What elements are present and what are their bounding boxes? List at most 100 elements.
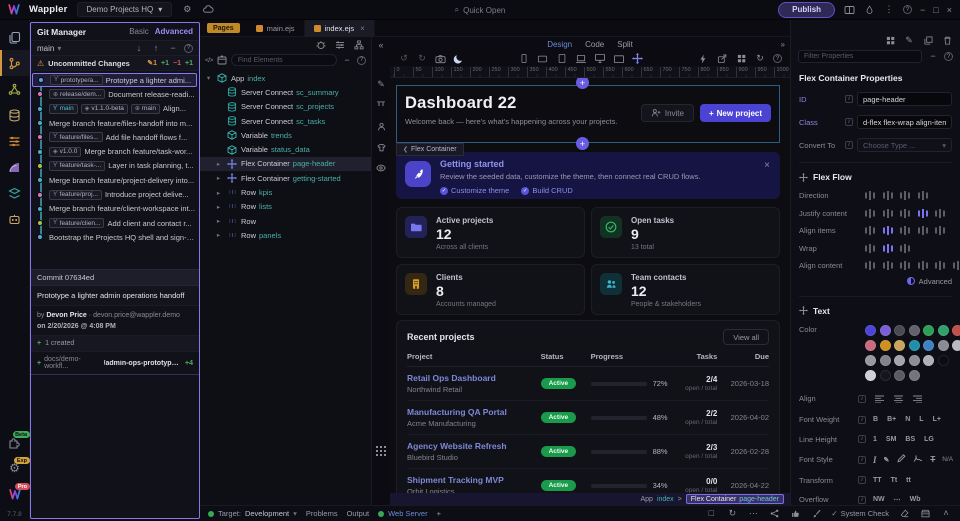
color-swatch[interactable] [909, 370, 920, 381]
branch-badge[interactable]: ϒfeature/clien... [49, 218, 104, 228]
git-basic-tab[interactable]: Basic [129, 27, 149, 36]
branch-selector[interactable]: main ▾ [37, 44, 61, 53]
align-content-option[interactable] [953, 261, 960, 270]
workflows-panel-icon[interactable] [0, 128, 30, 154]
align-content-option[interactable] [900, 261, 910, 270]
strike-text-icon[interactable]: T [930, 455, 935, 464]
font-weight-option[interactable]: N [905, 416, 910, 423]
project-name[interactable]: Shipment Tracking MVP [407, 475, 541, 485]
align-content-option[interactable] [935, 261, 945, 270]
close-tab-icon[interactable]: × [360, 24, 365, 33]
grid-view-icon[interactable] [375, 445, 387, 457]
edit-icon[interactable]: ✎ [903, 34, 915, 46]
publish-button[interactable]: Publish [778, 2, 835, 18]
wrap-option[interactable] [900, 244, 910, 253]
cloud-icon[interactable] [202, 4, 214, 16]
apps-grid-icon[interactable] [884, 34, 896, 46]
pages-panel-icon[interactable] [0, 24, 30, 50]
collapse-icon[interactable]: − [167, 42, 179, 54]
tab-design[interactable]: Design [547, 40, 572, 49]
tree-item-row[interactable]: ▸∷∷Row [200, 214, 371, 228]
tree-item-trends[interactable]: Variabletrends [200, 128, 371, 142]
customize-theme-link[interactable]: ✓ Customize theme [440, 186, 509, 195]
device-phone-icon[interactable] [518, 53, 530, 65]
commit-file-row[interactable]: + docs/demo-workfl... /admin-ops-prototy… [31, 352, 199, 375]
git-panel-icon[interactable] [0, 50, 30, 76]
paintbrush-icon[interactable] [810, 508, 822, 520]
apps-grid-icon[interactable] [735, 53, 747, 65]
new-project-button[interactable]: + New project [700, 104, 771, 122]
styles-panel-icon[interactable] [0, 154, 30, 180]
color-swatch[interactable] [880, 355, 891, 366]
tag-badge[interactable]: ◈v1.1.0-beta [81, 104, 128, 114]
expand-arrow-icon[interactable]: ▸ [214, 203, 223, 211]
color-swatch[interactable] [894, 340, 905, 351]
duplicate-icon[interactable] [922, 34, 934, 46]
line-height-option[interactable]: SM [886, 436, 897, 443]
build-crud-link[interactable]: ✓ Build CRUD [521, 186, 572, 195]
filter-properties-input[interactable]: Filter Properties [798, 50, 922, 63]
kpi-card-open-tasks[interactable]: Open tasks913 total [591, 207, 780, 258]
project-selector[interactable]: Demo Projects HQ ▾ [77, 2, 173, 17]
direction-option[interactable] [900, 191, 910, 200]
collapse-icon[interactable]: − [927, 51, 939, 63]
trash-icon[interactable] [941, 34, 953, 46]
align-items-option[interactable] [900, 226, 910, 235]
code-view-icon[interactable]: </> [205, 57, 213, 64]
transform-option[interactable]: Tt [891, 477, 898, 484]
overflow-option[interactable]: ⋯ [894, 496, 901, 504]
device-tablet-landscape-icon[interactable] [537, 53, 549, 65]
pages-tab[interactable]: Pages [207, 23, 240, 33]
align-items-option[interactable] [883, 226, 893, 235]
remote-badge[interactable]: ⊕release/dem... [49, 89, 105, 99]
expand-arrow-icon[interactable]: ▸ [214, 160, 223, 168]
transform-option[interactable]: tt [906, 477, 911, 484]
italic-icon[interactable]: I [873, 455, 877, 465]
free-move-icon[interactable] [632, 53, 644, 65]
tree-item-index[interactable]: ▾Appindex [200, 71, 371, 85]
align-items-option[interactable] [918, 226, 928, 235]
justify-content-option[interactable] [918, 209, 928, 218]
handwriting-icon[interactable] [896, 454, 906, 465]
props-help-icon[interactable]: ? [944, 52, 953, 61]
apparel-element-icon[interactable] [375, 141, 387, 153]
tree-item-getting-started[interactable]: ▸Flex Containergetting-started [200, 171, 371, 185]
color-swatch[interactable] [880, 340, 891, 351]
debug-lightning-icon[interactable] [697, 53, 709, 65]
color-swatch[interactable] [894, 355, 905, 366]
extensions-beta-icon[interactable]: Beta [0, 429, 30, 455]
device-desktop-icon[interactable] [594, 53, 606, 65]
kpi-card-clients[interactable]: Clients8Accounts managed [396, 264, 585, 315]
device-tv-icon[interactable] [613, 53, 625, 65]
kebab-menu-icon[interactable]: ⋮ [883, 4, 895, 16]
window-maximize-button[interactable]: □ [933, 5, 938, 15]
tree-item-sc_tasks[interactable]: Server Connectsc_tasks [200, 114, 371, 128]
commit-row[interactable]: ϒfeature/task-...Layer in task planning,… [31, 159, 199, 173]
align-content-option[interactable] [883, 261, 893, 270]
color-swatch[interactable] [923, 325, 934, 336]
view-all-button[interactable]: View all [723, 329, 769, 345]
color-swatch[interactable] [952, 325, 960, 336]
signature-icon[interactable] [913, 454, 923, 465]
expand-arrow-icon[interactable]: ▸ [214, 189, 223, 197]
device-tablet-icon[interactable] [556, 53, 568, 65]
commit-row[interactable]: ϒfeature/files...Add file handoff flows … [31, 130, 199, 144]
commit-row[interactable]: Bootstrap the Projects HQ shell and sign… [31, 230, 199, 244]
wrap-option[interactable] [883, 244, 893, 253]
commit-row[interactable]: ϒmain◈v1.1.0-beta⊕mainAlign... [31, 102, 199, 116]
dom-tree-icon[interactable] [353, 39, 365, 51]
transform-option[interactable]: TT [873, 477, 882, 484]
expand-arrow-icon[interactable]: ▾ [204, 74, 213, 82]
wrap-option[interactable] [865, 244, 875, 253]
project-name[interactable]: Agency Website Refresh [407, 441, 541, 451]
align-items-option[interactable] [865, 226, 875, 235]
eraser-icon[interactable] [898, 508, 910, 520]
database-panel-icon[interactable] [0, 102, 30, 128]
branch-badge[interactable]: ϒprototype/a... [50, 75, 103, 85]
dark-mode-moon-icon[interactable] [452, 53, 464, 65]
expand-arrow-icon[interactable]: ▸ [214, 174, 223, 182]
uncommitted-changes-row[interactable]: ⚠ Uncommitted Changes ✎1 +1 −1 +1 [31, 56, 199, 71]
align-items-option[interactable] [935, 226, 945, 235]
align-center-icon[interactable] [892, 393, 904, 405]
commit-row[interactable]: ϒfeature/clien...Add client and contact … [31, 216, 199, 230]
